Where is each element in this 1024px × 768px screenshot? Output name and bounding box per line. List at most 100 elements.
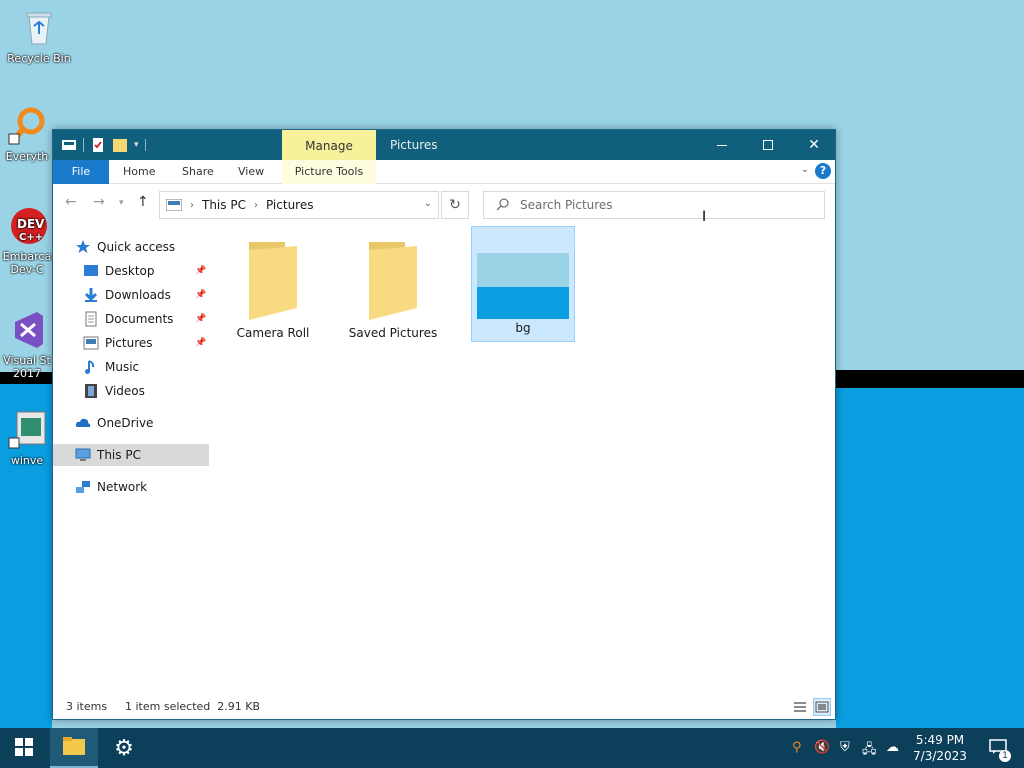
large-icons-view-button[interactable]	[813, 698, 831, 716]
window-title: Pictures	[390, 138, 438, 152]
help-button[interactable]: ?	[815, 163, 831, 179]
tab-share[interactable]: Share	[168, 160, 228, 184]
breadcrumb-pictures[interactable]: Pictures	[266, 198, 314, 212]
nav-pictures[interactable]: Pictures	[83, 332, 153, 354]
ribbon-tabs: File Home Share View Picture Tools ⌄ ?	[53, 160, 835, 184]
refresh-icon: ↻	[449, 197, 461, 213]
everything-tray-icon[interactable]: ⚲	[792, 740, 802, 755]
breadcrumb-separator: ›	[253, 199, 258, 211]
back-button[interactable]: ←	[65, 194, 77, 210]
refresh-button[interactable]: ↻	[441, 191, 469, 219]
desktop-icon-recycle-bin[interactable]: Recycle Bin	[4, 8, 74, 65]
selection-info: 1 item selected 2.91 KB	[125, 700, 261, 713]
devcpp-icon: DEV C++	[7, 206, 47, 246]
clock[interactable]: 5:49 PM 7/3/2023	[900, 732, 980, 764]
taskbar-file-explorer[interactable]	[50, 728, 98, 768]
desktop-icon-label: Visual St 2017	[3, 354, 51, 380]
nav-this-pc[interactable]: This PC	[53, 444, 209, 466]
nav-quick-access[interactable]: Quick access	[75, 236, 175, 258]
maximize-button[interactable]	[745, 130, 791, 160]
visual-studio-icon	[7, 310, 47, 350]
desktop-icon-winver[interactable]: winve	[2, 410, 52, 467]
address-dropdown-icon[interactable]: ⌄	[424, 198, 432, 209]
nav-videos[interactable]: Videos	[83, 380, 145, 402]
nav-downloads[interactable]: Downloads	[83, 284, 171, 306]
nav-music[interactable]: Music	[83, 356, 139, 378]
cloud-icon	[75, 415, 91, 431]
pin-icon[interactable]: 📌	[195, 314, 206, 324]
volume-muted-icon[interactable]: 🔇	[814, 740, 830, 755]
desktop-icon-devcpp[interactable]: DEV C++ Embarca Dev-C	[2, 206, 52, 276]
pin-icon[interactable]: 📌	[195, 338, 206, 348]
file-item-camera-roll[interactable]: Camera Roll	[221, 232, 325, 348]
new-folder-icon[interactable]	[112, 137, 128, 153]
nav-onedrive[interactable]: OneDrive	[75, 412, 153, 434]
desktop-icon-visual-studio[interactable]: Visual St 2017	[2, 310, 52, 380]
minimize-button[interactable]	[699, 130, 745, 160]
notification-count: 1	[999, 749, 1011, 762]
clock-date: 7/3/2023	[913, 749, 967, 763]
address-bar-row: ← → ▾ ↑ › This PC › Pictures ⌄ ↻	[53, 185, 835, 223]
svg-text:DEV: DEV	[17, 217, 45, 231]
tab-view[interactable]: View	[224, 160, 278, 184]
pin-icon[interactable]: 📌	[195, 266, 206, 276]
desktop-icon-label: Everyth	[5, 150, 49, 163]
pictures-icon	[83, 335, 99, 351]
tab-file[interactable]: File	[53, 160, 109, 184]
action-center-button[interactable]: 1	[974, 728, 1022, 768]
file-item-bg[interactable]: bg	[471, 226, 575, 342]
gear-icon: ⚙	[114, 735, 134, 761]
download-icon	[83, 287, 99, 303]
tab-home[interactable]: Home	[109, 160, 169, 184]
pin-icon[interactable]: 📌	[195, 290, 206, 300]
network-icon	[75, 479, 91, 495]
status-bar: 3 items 1 item selected 2.91 KB	[53, 695, 835, 719]
folder-icon	[225, 238, 321, 324]
desktop-icon-everything[interactable]: Everyth	[2, 106, 52, 163]
svg-text:C++: C++	[19, 232, 43, 243]
security-icon[interactable]: ⛨	[840, 740, 850, 755]
nav-label: Pictures	[105, 336, 153, 350]
up-button[interactable]: ↑	[137, 194, 149, 210]
nav-label: Quick access	[97, 240, 176, 254]
search-input[interactable]	[520, 198, 800, 212]
magnifier-icon	[7, 106, 47, 146]
taskbar-settings[interactable]: ⚙	[100, 728, 148, 768]
search-icon	[496, 197, 510, 214]
pictures-location-icon	[165, 198, 183, 212]
forward-button[interactable]: →	[93, 194, 105, 210]
file-item-saved-pictures[interactable]: Saved Pictures	[341, 232, 445, 348]
nav-label: Documents	[105, 312, 174, 326]
start-button[interactable]	[0, 728, 48, 768]
expand-ribbon-icon[interactable]: ⌄	[801, 164, 809, 175]
explorer-icon[interactable]	[61, 137, 77, 153]
close-button[interactable]: ✕	[791, 130, 837, 160]
search-box[interactable]	[483, 191, 825, 219]
recycle-bin-icon	[19, 8, 59, 48]
maximize-icon	[763, 140, 773, 150]
desktop-icon	[83, 263, 99, 279]
nav-network[interactable]: Network	[75, 476, 147, 498]
title-bar[interactable]: ▾ Manage Pictures ✕	[53, 130, 835, 160]
desktop-icon-label: Embarca Dev-C	[2, 250, 52, 276]
nav-desktop[interactable]: Desktop	[83, 260, 155, 282]
desktop-icon-label: Recycle Bin	[7, 52, 71, 65]
nav-documents[interactable]: Documents	[83, 308, 173, 330]
chevron-down-icon[interactable]: ▾	[134, 140, 139, 150]
item-count: 3 items	[66, 700, 108, 713]
taskbar: ⚙ ⚲ 🔇 ⛨ 🖧 ☁ 5:49 PM 7/3/2023 1	[0, 728, 1024, 768]
breadcrumb-this-pc[interactable]: This PC	[202, 198, 246, 212]
properties-icon[interactable]	[90, 137, 106, 153]
address-bar[interactable]: › This PC › Pictures ⌄	[159, 191, 439, 219]
recent-locations-button[interactable]: ▾	[119, 198, 124, 208]
onedrive-tray-icon[interactable]: ☁	[886, 740, 899, 755]
navigation-pane: Quick access Desktop 📌 Downloads 📌 Docum…	[53, 224, 213, 694]
network-tray-icon[interactable]: 🖧	[862, 740, 877, 762]
clock-time: 5:49 PM	[915, 733, 965, 747]
tab-picture-tools[interactable]: Picture Tools	[282, 160, 376, 184]
details-view-button[interactable]	[791, 698, 809, 716]
nav-label: Videos	[105, 384, 145, 398]
tab-manage[interactable]: Manage	[282, 130, 376, 160]
nav-label: This PC	[97, 448, 141, 462]
computer-icon	[75, 447, 91, 463]
